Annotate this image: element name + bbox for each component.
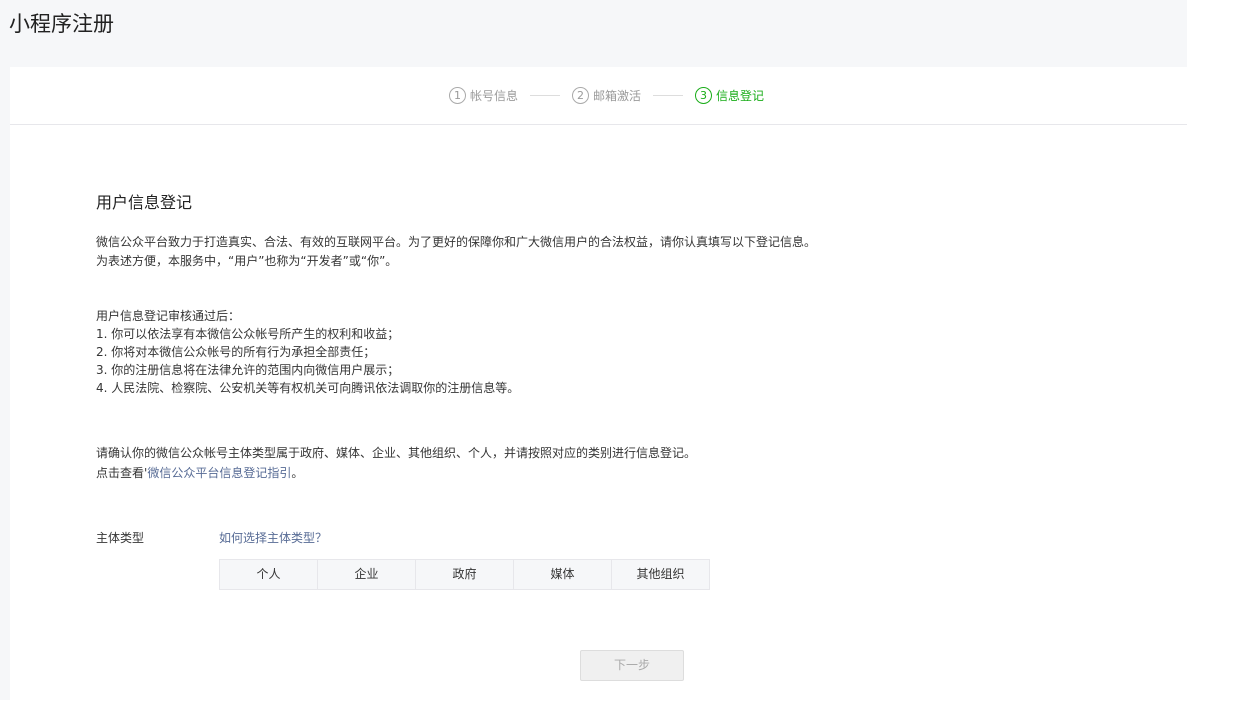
step-indicator: 1 帐号信息 2 邮箱激活 3 信息登记 <box>10 67 1187 125</box>
intro-line: 为表述方便，本服务中，“用户”也称为“开发者”或“你”。 <box>96 254 398 268</box>
intro-text: 微信公众平台致力于打造真实、合法、有效的互联网平台。为了更好的保障你和广大微信用… <box>96 233 816 271</box>
subject-option-other[interactable]: 其他组织 <box>612 560 709 589</box>
guide-line: 点击查看'微信公众平台信息登记指引。 <box>96 463 696 483</box>
step-divider <box>529 95 560 96</box>
confirm-line: 请确认你的微信公众帐号主体类型属于政府、媒体、企业、其他组织、个人，并请按照对应… <box>96 446 697 460</box>
guide-suffix: 。 <box>291 466 304 480</box>
review-item: 3. 你的注册信息将在法律允许的范围内向微信用户展示； <box>96 363 400 377</box>
step-label: 帐号信息 <box>469 89 518 103</box>
section-title: 用户信息登记 <box>96 193 193 212</box>
subject-type-label: 主体类型 <box>96 531 145 545</box>
guide-prefix: 点击查看' <box>96 466 148 480</box>
step-email-activation: 2 邮箱激活 <box>571 87 641 104</box>
step-divider <box>653 95 683 96</box>
step-info-registration: 3 信息登记 <box>695 87 764 104</box>
step-label: 信息登记 <box>716 89 765 103</box>
step-number: 3 <box>695 87 712 104</box>
subject-option-media[interactable]: 媒体 <box>514 560 612 589</box>
review-heading: 用户信息登记审核通过后： <box>96 309 241 323</box>
review-item: 1. 你可以依法享有本微信公众帐号所产生的权利和收益； <box>96 327 400 341</box>
review-list: 用户信息登记审核通过后： 1. 你可以依法享有本微信公众帐号所产生的权利和收益；… <box>96 307 519 397</box>
step-account-info: 1 帐号信息 <box>448 87 518 104</box>
confirm-text: 请确认你的微信公众帐号主体类型属于政府、媒体、企业、其他组织、个人，并请按照对应… <box>96 443 696 483</box>
intro-line: 微信公众平台致力于打造真实、合法、有效的互联网平台。为了更好的保障你和广大微信用… <box>96 235 817 249</box>
page-title: 小程序注册 <box>9 12 114 36</box>
review-item: 4. 人民法院、检察院、公安机关等有权机关可向腾讯依法调取你的注册信息等。 <box>96 381 520 395</box>
subject-type-selector: 个人 企业 政府 媒体 其他组织 <box>219 559 710 590</box>
next-step-button[interactable]: 下一步 <box>580 650 684 681</box>
review-item: 2. 你将对本微信公众帐号的所有行为承担全部责任； <box>96 345 376 359</box>
step-label: 邮箱激活 <box>592 89 641 103</box>
guide-link[interactable]: 微信公众平台信息登记指引 <box>147 466 291 480</box>
step-number: 2 <box>571 87 589 104</box>
subject-help-link[interactable]: 如何选择主体类型？ <box>219 529 327 548</box>
subject-option-government[interactable]: 政府 <box>416 560 514 589</box>
registration-card: 1 帐号信息 2 邮箱激活 3 信息登记 用户信息登记 微信公众平台致力于打造真实、合… <box>10 67 1187 707</box>
subject-option-individual[interactable]: 个人 <box>220 560 318 589</box>
subject-option-enterprise[interactable]: 企业 <box>318 560 416 589</box>
step-number: 1 <box>448 87 466 104</box>
